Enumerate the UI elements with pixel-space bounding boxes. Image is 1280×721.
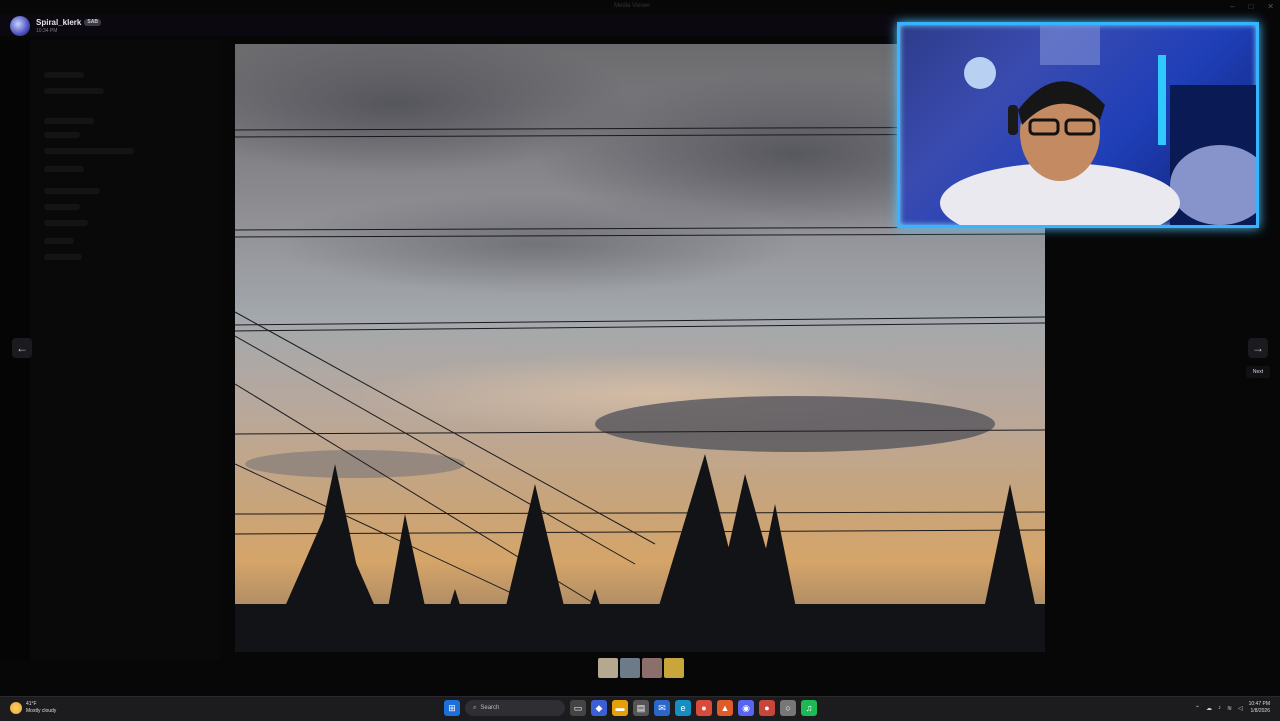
maximize-icon[interactable]: □ xyxy=(1248,2,1253,11)
spotify-icon[interactable]: ♫ xyxy=(801,700,817,716)
discord-icon[interactable]: ◉ xyxy=(738,700,754,716)
file-explorer-icon[interactable]: ▬ xyxy=(612,700,628,716)
window-controls: – □ ✕ xyxy=(1230,2,1274,11)
chrome-icon[interactable]: ● xyxy=(696,700,712,716)
mic-icon[interactable]: ♪ xyxy=(1218,705,1221,711)
taskbar-apps: ⊞ ⌕ Search ▭ ◆ ▬ ▤ ✉ e ● ▲ ◉ ● ○ ♫ xyxy=(444,700,817,716)
cloud-icon[interactable]: ☁ xyxy=(1206,705,1212,712)
author-name[interactable]: Spiral_klerk xyxy=(36,18,81,27)
brave-icon[interactable]: ▲ xyxy=(717,700,733,716)
thumbnail[interactable] xyxy=(598,658,618,678)
channel-row xyxy=(44,220,88,226)
thumbnail-strip xyxy=(598,658,684,678)
previous-button[interactable]: ← xyxy=(12,338,32,358)
taskbar-search[interactable]: ⌕ Search xyxy=(465,700,565,716)
weather-desc: Mostly cloudy xyxy=(26,708,57,714)
search-input: Search xyxy=(480,705,500,711)
next-button[interactable]: → xyxy=(1248,338,1268,358)
webcam-overlay xyxy=(897,22,1259,228)
channel-row xyxy=(44,254,82,260)
store-icon[interactable]: ▤ xyxy=(633,700,649,716)
post-author: Spiral_klerk SAB 10:34 PM xyxy=(10,16,101,36)
start-icon[interactable]: ⊞ xyxy=(444,700,460,716)
search-icon: ⌕ xyxy=(473,704,477,711)
chevron-up-icon[interactable]: ⌃ xyxy=(1195,705,1200,712)
taskbar: 41°F Mostly cloudy ⊞ ⌕ Search ▭ ◆ ▬ ▤ ✉ … xyxy=(0,696,1280,721)
channel-row xyxy=(44,188,100,194)
clock-date: 1/8/2026 xyxy=(1250,708,1270,714)
wifi-icon[interactable]: ≋ xyxy=(1227,705,1232,712)
avatar[interactable] xyxy=(10,16,30,36)
system-tray: ⌃ ☁ ♪ ≋ ◁ 10:47 PM 1/8/2026 xyxy=(1195,701,1270,715)
obs-icon[interactable]: ○ xyxy=(780,700,796,716)
channel-row xyxy=(44,204,80,210)
viewer-header xyxy=(0,14,900,36)
thumbnail[interactable] xyxy=(642,658,662,678)
arrow-left-icon: ← xyxy=(16,341,28,355)
minimize-icon[interactable]: – xyxy=(1230,2,1234,11)
channel-row xyxy=(44,166,84,172)
weather-temp: 41°F xyxy=(26,701,37,707)
task-view-icon[interactable]: ▭ xyxy=(570,700,586,716)
status-badge: SAB xyxy=(84,19,101,27)
chrome-icon[interactable]: ● xyxy=(759,700,775,716)
channel-row xyxy=(44,118,94,124)
next-tooltip: Next xyxy=(1246,366,1270,378)
channel-row xyxy=(44,148,134,154)
post-timestamp: 10:34 PM xyxy=(36,28,58,34)
edge-icon[interactable]: e xyxy=(675,700,691,716)
channel-row xyxy=(44,88,104,94)
volume-icon[interactable]: ◁ xyxy=(1238,705,1243,712)
channel-row xyxy=(44,132,80,138)
channel-row xyxy=(44,72,84,78)
thumbnail[interactable] xyxy=(664,658,684,678)
copilot-icon[interactable]: ◆ xyxy=(591,700,607,716)
arrow-right-icon: → xyxy=(1252,341,1264,355)
clock-time: 10:47 PM xyxy=(1248,701,1270,707)
close-icon[interactable]: ✕ xyxy=(1267,2,1274,11)
clock[interactable]: 10:47 PM 1/8/2026 xyxy=(1249,701,1270,715)
mail-icon[interactable]: ✉ xyxy=(654,700,670,716)
window-title: Media Viewer xyxy=(614,3,651,9)
channel-row xyxy=(44,238,74,244)
weather-widget[interactable]: 41°F Mostly cloudy xyxy=(10,701,56,715)
weather-icon xyxy=(10,702,22,714)
thumbnail[interactable] xyxy=(620,658,640,678)
